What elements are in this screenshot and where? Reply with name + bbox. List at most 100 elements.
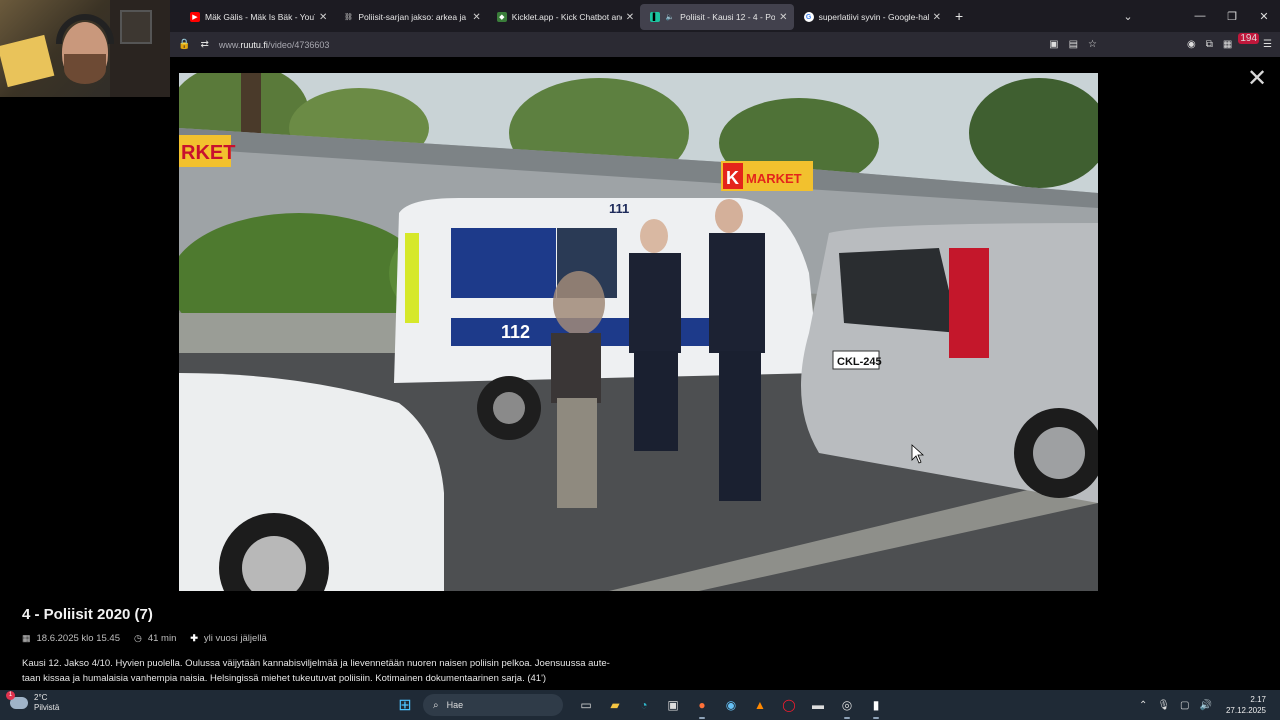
video-officer-torso	[629, 253, 681, 353]
episode-availability: ✚ yli vuosi jäljellä	[190, 633, 266, 644]
firefox-icon[interactable]: ●	[691, 694, 713, 719]
address-bar: 🔒 ⇄ www.ruutu.fi/video/4736603 ▣ ▤ ☆ ◉ ⧉…	[170, 32, 1280, 57]
clock-time: 2.17	[1250, 695, 1266, 704]
menu-hamburger-icon[interactable]: ☰	[1263, 39, 1272, 50]
permissions-icon[interactable]: ⇄	[200, 39, 208, 50]
file-explorer-icon[interactable]: ▰	[604, 694, 626, 716]
reader-view-icon[interactable]: ▤	[1069, 39, 1078, 50]
url-domain: ruutu.fi	[240, 39, 268, 50]
tab-kicklet[interactable]: ◆ Kicklet.app - Kick Chatbot and G ✕	[487, 4, 640, 30]
extension-badge-icon[interactable]: ▦194	[1223, 33, 1260, 50]
video-suv-plate-text: CKL-245	[837, 356, 882, 368]
episode-date-text: 18.6.2025 klo 15.45	[36, 633, 120, 644]
video-player[interactable]: RKET K MARKET 111 112 CKL-245	[179, 73, 1098, 591]
vlc-icon[interactable]: ▲	[749, 694, 771, 716]
calendar-icon: ▦	[22, 633, 31, 643]
episode-description-line1: Kausi 12. Jakso 4/10. Hyvien puolella. O…	[22, 658, 610, 669]
tab-google-search[interactable]: G superlatiivi syvin - Google-haku ✕	[794, 4, 947, 30]
episode-meta: ▦ 18.6.2025 klo 15.45 ◷ 41 min ✚ yli vuo…	[22, 633, 281, 644]
extension-badge-count: 194	[1238, 33, 1260, 44]
new-tab-icon[interactable]: +	[955, 8, 963, 24]
webcam-streamer-beard	[64, 54, 106, 84]
speaker-icon[interactable]: 🔈	[665, 12, 675, 22]
tab-youtube[interactable]: ▶ Mäk Gälis - Mäk Is Bäk - YouTube ✕	[180, 4, 333, 30]
episode-description-line2: taan kissaa ja humalaisia vanhempia nais…	[22, 673, 547, 684]
video-officer-legs	[634, 351, 678, 451]
link-icon: ⛓	[343, 14, 353, 21]
close-tab-icon[interactable]: ✕	[933, 12, 941, 23]
network-icon[interactable]: ▢	[1180, 700, 1189, 711]
search-icon: ⌕	[433, 699, 439, 711]
clock-icon: ◷	[133, 633, 142, 643]
url-field[interactable]: www.ruutu.fi/video/4736603	[219, 40, 330, 50]
episode-date: ▦ 18.6.2025 klo 15.45	[22, 633, 120, 644]
taskbar-search[interactable]: ⌕ Hae	[423, 694, 563, 716]
url-path: /video/4736603	[267, 39, 330, 50]
video-van-hubcap	[493, 392, 525, 424]
webcam-headphones	[56, 14, 114, 44]
tab-title: Mäk Gälis - Mäk Is Bäk - YouTube	[205, 12, 315, 22]
microphone-icon[interactable]: 🎙	[1157, 700, 1170, 711]
close-tab-icon[interactable]: ✕	[779, 12, 787, 23]
close-window-icon[interactable]: ✕	[1248, 10, 1280, 23]
clock-date: 27.12.2025	[1225, 706, 1266, 715]
video-kmarket-k: K	[726, 168, 739, 188]
lock-icon[interactable]: 🔒	[178, 39, 190, 50]
edge-icon[interactable]: ◔	[633, 694, 655, 716]
bookmark-star-icon[interactable]: ☆	[1088, 39, 1097, 50]
video-van-yellow-stripe	[405, 233, 419, 323]
ruutu-icon: ▌	[650, 12, 661, 22]
close-tab-icon[interactable]: ✕	[472, 12, 480, 23]
close-tab-icon[interactable]: ✕	[319, 12, 327, 23]
episode-availability-text: yli vuosi jäljellä	[203, 633, 267, 644]
video-officer-head	[640, 219, 668, 253]
windows-taskbar: 1 2°C Pilvistä ⊞ ⌕ Hae ▭ ▰ ◔ ▣ ● ◉ ▲ ◯ ▬…	[0, 690, 1280, 720]
restore-icon[interactable]: ❐	[1216, 10, 1248, 23]
close-icon[interactable]: ✕	[1244, 66, 1270, 92]
taskbar-search-placeholder: Hae	[446, 700, 464, 710]
video-van-crest-panel	[451, 228, 556, 298]
weather-widget[interactable]: 1 2°C Pilvistä	[6, 691, 59, 713]
close-tab-icon[interactable]: ✕	[626, 12, 634, 23]
episode-duration: ◷ 41 min	[134, 633, 176, 644]
taskbar-apps: ⊞ ⌕ Hae ▭ ▰ ◔ ▣ ● ◉ ▲ ◯ ▬ ◎ ▮	[394, 693, 894, 719]
video-officer2-torso	[709, 233, 765, 353]
tab-poliisit-article[interactable]: ⛓ Poliisit-sarjan jakso: arkea ja teh ✕	[333, 4, 486, 30]
video-kmarket-text: MARKET	[746, 171, 802, 186]
audio-app-icon[interactable]: ▮	[865, 694, 887, 719]
account-icon[interactable]: ◉	[1187, 39, 1196, 50]
taskbar-clock[interactable]: 2.17 27.12.2025	[1226, 694, 1266, 716]
steam-icon[interactable]: ◉	[720, 694, 742, 716]
weather-temp: 2°C	[34, 693, 48, 702]
video-suv-taillight	[949, 248, 989, 358]
extensions-icon[interactable]: ⧉	[1206, 39, 1213, 50]
episode-duration-text: 41 min	[147, 633, 177, 644]
webcam-overlay	[0, 0, 170, 97]
video-person-legs	[557, 398, 597, 508]
store-icon[interactable]: ▣	[662, 694, 684, 716]
minimize-icon[interactable]: —	[1184, 10, 1216, 22]
opera-icon[interactable]: ◯	[778, 694, 800, 716]
video-officer2-head	[715, 199, 743, 233]
youtube-icon: ▶	[190, 12, 200, 22]
episode-description: Kausi 12. Jakso 4/10. Hyvien puolella. O…	[22, 656, 672, 686]
webcam-poster	[0, 34, 55, 88]
terminal-icon[interactable]: ▬	[807, 694, 829, 716]
chevron-up-icon[interactable]: ⌃	[1139, 700, 1147, 711]
windows-start-icon[interactable]: ⊞	[394, 694, 416, 716]
video-blurred-person-head	[553, 271, 605, 335]
webcam-shelf	[110, 0, 170, 97]
tab-list-chevron-icon[interactable]: ⌄	[1112, 10, 1144, 23]
kicklet-icon: ◆	[496, 12, 507, 22]
video-van-number-side: 112	[501, 322, 530, 342]
picture-in-picture-icon[interactable]: ▣	[1049, 39, 1058, 50]
obs-icon[interactable]: ◎	[836, 694, 858, 719]
screen: ▶ Mäk Gälis - Mäk Is Bäk - YouTube ✕ ⛓ P…	[0, 0, 1280, 720]
volume-icon[interactable]: 🔊	[1200, 700, 1212, 711]
google-icon: G	[803, 12, 814, 22]
video-frame: RKET K MARKET 111 112 CKL-245	[179, 73, 1098, 591]
video-sidewalk	[179, 313, 409, 353]
window-controls: ⌄ — ❐ ✕	[1112, 0, 1280, 32]
task-view-icon[interactable]: ▭	[575, 694, 597, 716]
tab-ruutu-active[interactable]: ▌ 🔈 Poliisit - Kausi 12 - 4 - Poliis ✕	[640, 4, 794, 30]
